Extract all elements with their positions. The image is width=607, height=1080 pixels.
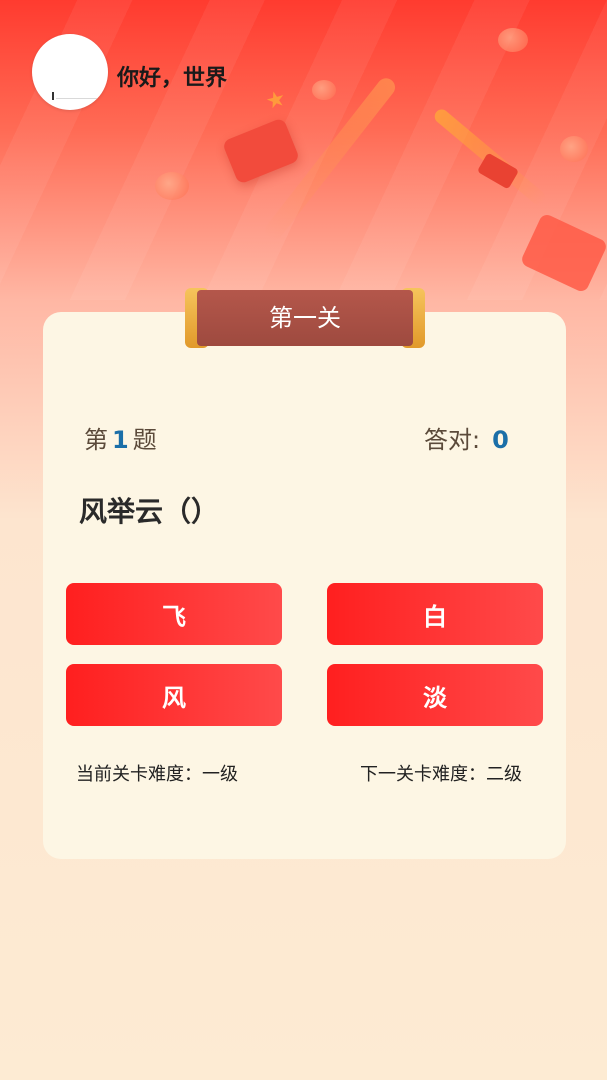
star-decoration: ★ bbox=[263, 85, 289, 116]
level-title: 第一关 bbox=[269, 304, 341, 332]
question-prefix: 第 bbox=[84, 426, 108, 454]
level-banner: 第一关 bbox=[185, 288, 425, 348]
question-suffix: 题 bbox=[132, 426, 157, 454]
avatar[interactable] bbox=[32, 34, 108, 110]
question-number-value: 1 bbox=[112, 426, 129, 454]
coin-decoration bbox=[155, 172, 189, 200]
avatar-horizon-icon bbox=[56, 98, 100, 99]
option-button[interactable]: 风 bbox=[66, 664, 282, 726]
red-envelope-decoration bbox=[519, 212, 607, 294]
question-number: 第1题 bbox=[84, 420, 157, 455]
avatar-figure-icon bbox=[52, 92, 54, 100]
correct-counter: 答对: 0 bbox=[424, 420, 509, 455]
option-button[interactable]: 白 bbox=[327, 583, 543, 645]
next-difficulty: 下一关卡难度：二级 bbox=[360, 764, 522, 785]
light-streak-decoration bbox=[431, 106, 549, 208]
coin-decoration bbox=[312, 80, 336, 100]
red-envelope-decoration bbox=[476, 152, 520, 190]
coin-decoration bbox=[498, 28, 528, 52]
option-button[interactable]: 淡 bbox=[327, 664, 543, 726]
coin-decoration bbox=[560, 136, 588, 162]
current-difficulty: 当前关卡难度：一级 bbox=[76, 764, 238, 785]
username: 你好，世界 bbox=[117, 66, 228, 91]
light-streak-decoration bbox=[261, 74, 399, 244]
question-text: 风举云（） bbox=[79, 495, 220, 528]
red-envelope-decoration bbox=[221, 117, 301, 185]
correct-count: 0 bbox=[492, 426, 509, 454]
option-button[interactable]: 飞 bbox=[66, 583, 282, 645]
quiz-page: ★ 你好，世界 第一关 第1题 答对: 0 风举云（） 飞 白 风 淡 当前关卡难… bbox=[0, 0, 607, 1080]
correct-label: 答对: bbox=[424, 426, 481, 454]
